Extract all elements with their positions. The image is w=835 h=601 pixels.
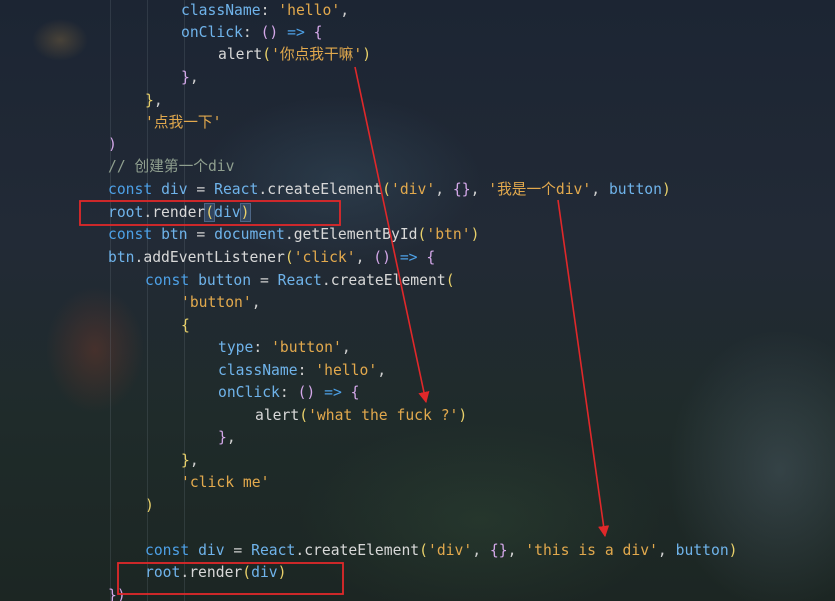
code-editor[interactable]: className: 'hello', onClick: () => { ale…: [0, 0, 835, 601]
highlight-box-first-render: [79, 200, 341, 226]
annotation-arrow: [557, 199, 610, 538]
highlight-box-second-render: [117, 562, 344, 595]
annotation-overlay: [79, 66, 610, 595]
annotation-arrow: [354, 66, 430, 404]
